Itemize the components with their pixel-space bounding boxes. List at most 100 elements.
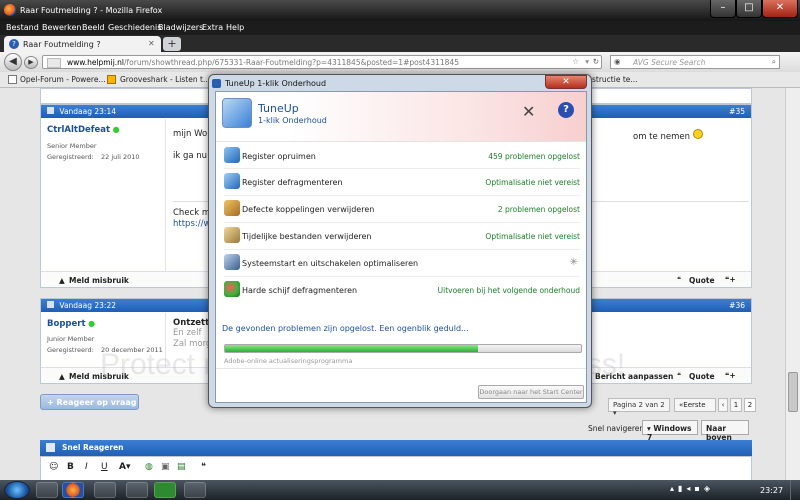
minimize-button[interactable]: – [710,0,736,18]
new-tab-button[interactable]: + [163,37,181,51]
back-to-top-button[interactable]: Naar boven [701,420,749,442]
italic-icon[interactable]: I [85,462,88,472]
menu-geschiedenis[interactable]: Geschiedenis [108,23,161,32]
quote-icon: ❝ [677,275,682,284]
footer-separator [216,368,586,369]
startup-monitor-icon [224,254,240,270]
maximize-button[interactable]: □ [736,0,762,18]
show-desktop-button[interactable] [790,480,800,500]
page-scrollbar[interactable] [785,88,800,480]
prev-page-button[interactable]: ‹ [718,398,728,412]
tools-icon[interactable]: ✕ [522,102,535,121]
task-startup-shutdown: Systeemstart en uitschakelen optimaliser… [224,253,580,273]
search-bar[interactable]: ◉ AVG Secure Search ⌕ [610,55,780,69]
task-label: Tijdelijke bestanden verwijderen [242,232,372,241]
project-taskbar-icon[interactable] [154,482,176,498]
menu-bestand[interactable]: Bestand [6,23,39,32]
firefox-icon [4,4,16,16]
page-1-link[interactable]: 1 [730,398,742,412]
registration-label: Geregistreerd: [47,346,94,354]
tab-raar-foutmelding[interactable]: ? Raar Foutmelding ? ✕ [4,36,161,52]
bookmark-grooveshark[interactable]: Grooveshark - Listen t... [120,75,210,84]
media-taskbar-icon[interactable] [126,482,148,498]
browser-window-title: Raar Foutmelding ? - Mozilla Firefox [20,6,163,15]
post-text: mijn Wo [173,129,208,139]
site-identity-icon[interactable] [47,58,61,68]
progress-bar [224,344,582,353]
font-color-icon[interactable]: A▾ [119,462,130,472]
back-button[interactable]: ◀ [4,53,22,71]
tab-close-icon[interactable]: ✕ [148,39,155,48]
quote-button[interactable]: Quote [689,372,715,381]
menu-bewerken[interactable]: Bewerken [42,23,82,32]
firefox-taskbar-icon[interactable] [62,482,84,498]
multiquote-icon[interactable]: ❝+ [725,275,736,284]
warning-icon: ▲ [59,276,65,285]
page-2-current: 2 [744,398,756,412]
username[interactable]: CtrlAltDefeat ● [47,125,120,135]
quote-button[interactable]: Quote [689,276,715,285]
reload-icon[interactable]: ↻ [593,57,599,66]
help-favicon-icon: ? [9,39,19,49]
reply-button[interactable]: + Reageer op vraag [40,394,139,410]
bookmark-star-icon[interactable]: ☆ [572,57,579,66]
username-link[interactable]: Boppert [47,319,86,329]
menu-bladwijzers[interactable]: Bladwijzers [158,23,203,32]
help-icon[interactable]: ? [558,102,574,118]
menu-extra[interactable]: Extra [202,23,223,32]
dropdown-arrow-icon[interactable]: ▾ [585,57,589,66]
windows-start-button[interactable] [4,481,30,499]
system-tray-icons[interactable]: ▴▮◂▪◈ [670,484,714,493]
menu-help[interactable]: Help [226,23,244,32]
quick-reply-editor: ☺ B I U A▾ ◍ ▣ ▤ ❝ [40,456,752,480]
broom-disk-icon [224,227,240,243]
task-status: Uitvoeren bij het volgende onderhoud [437,286,580,295]
search-icon[interactable]: ⌕ [772,57,776,67]
insert-link-icon[interactable]: ◍ [145,462,153,472]
multiquote-icon[interactable]: ❝+ [725,371,736,380]
quick-nav-select[interactable]: ▾ Windows 7 [642,420,698,442]
quote-icon: ❝ [677,371,682,380]
url-path: /forum/showthread.php/675331-Raar-Foutme… [124,58,459,67]
quick-reply-title: Snel Reageren [62,443,124,452]
reply-icon [46,443,55,452]
post-number[interactable]: #36 [729,301,745,310]
post-number[interactable]: #35 [729,107,745,116]
task-registry-defrag: Register defragmenteren Optimalisatie ni… [224,172,580,192]
bookmark-page-icon [8,75,17,84]
pagination-label[interactable]: Pagina 2 van 2 ▾ [608,398,670,417]
underline-icon[interactable]: U [101,462,108,472]
insert-video-icon[interactable]: ▤ [177,462,186,472]
scrollbar-thumb[interactable] [788,372,798,412]
bold-icon[interactable]: B [67,462,74,472]
insert-image-icon[interactable]: ▣ [161,462,170,472]
registry-defrag-icon [224,173,240,189]
start-center-button[interactable]: Doorgaan naar het Start Center [478,385,584,399]
grooveshark-icon [107,75,116,84]
username-link[interactable]: CtrlAltDefeat [47,125,110,135]
close-button[interactable]: ✕ [762,0,798,18]
bookmark-opel-forum[interactable]: Opel-Forum - Powere... [20,75,106,84]
explorer-taskbar-icon[interactable] [36,482,58,498]
tuneup-taskbar-icon[interactable] [184,482,206,498]
progress-sublabel: Adobe-online actualiseringsprogramma [224,357,353,365]
emoticon-icon[interactable]: ☺ [49,462,58,472]
menu-beeld[interactable]: Beeld [82,23,105,32]
registration-date: 22 juli 2010 [101,153,140,161]
first-page-button[interactable]: «Eerste [674,398,716,412]
forward-button[interactable]: ▶ [24,56,38,69]
bookmark-overflow[interactable]: structie te... [592,75,638,84]
registry-cleanup-icon [224,147,240,163]
task-status: 459 problemen opgelost [488,152,580,161]
broom-icon [224,200,240,216]
quote-insert-icon[interactable]: ❝ [201,462,206,472]
url-bar[interactable]: www.helpmij.nl/forum/showthread.php/6753… [42,55,602,69]
username[interactable]: Boppert ● [47,319,95,329]
signature-link[interactable]: https://w [173,219,210,229]
app-subtitle: 1-klik Onderhoud [258,116,327,125]
dialog-close-button[interactable]: ✕ [545,75,587,89]
report-link[interactable]: Meld misbruik [69,276,129,285]
clock[interactable]: 23:27 [760,486,783,495]
folder-taskbar-icon[interactable] [94,482,116,498]
loading-spinner-icon: ✳ [569,257,578,268]
